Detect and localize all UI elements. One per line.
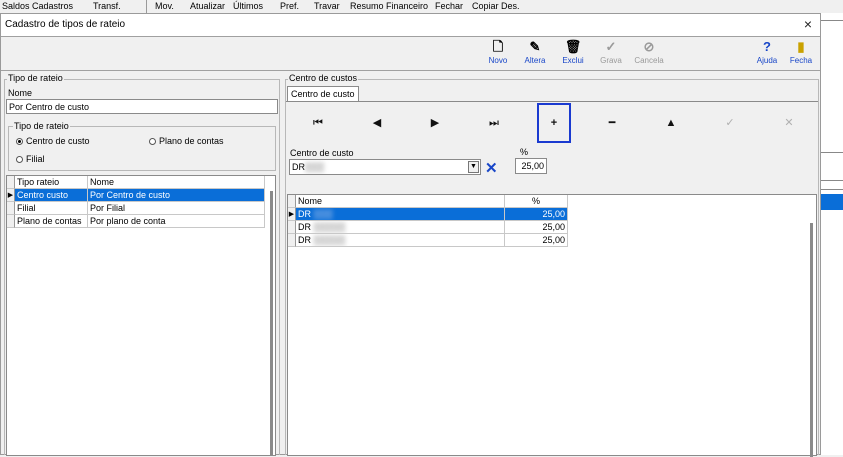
exit-door-icon: ▮ [797, 39, 805, 54]
nav-first-button[interactable]: ⏮ [301, 103, 335, 143]
app-menubar: Saldos Cadastros Transf. Mov. Atualizar … [0, 0, 843, 13]
clear-icon[interactable]: ✕ [485, 159, 498, 177]
novo-button[interactable]: 🗋 Novo [481, 39, 515, 69]
nav-prior-button[interactable]: ◀ [360, 103, 394, 143]
radio-unchecked-icon [16, 156, 23, 163]
column-header-tipo-rateio[interactable]: Tipo rateio [15, 176, 88, 189]
nav-insert-button[interactable]: + [537, 103, 571, 143]
menu-travar[interactable]: Travar [314, 1, 340, 11]
redacted-text: ▒▒▒▒▒ [313, 235, 346, 245]
cancela-button[interactable]: ⊘ Cancela [632, 39, 666, 69]
menu-cadastros[interactable]: Cadastros [32, 1, 73, 11]
nav-edit-button[interactable]: ▲ [654, 103, 688, 143]
toolbar: 🗋 Novo ✎ Altera 🗑 Exclui ✓ Grava ⊘ Cance… [1, 36, 820, 71]
altera-button[interactable]: ✎ Altera [518, 39, 552, 69]
tipo-rateio-grid: Tipo rateio Nome ▶ Centro custo Por Cent… [6, 175, 276, 456]
scrollbar[interactable] [810, 223, 813, 457]
trash-icon: 🗑 [564, 39, 582, 54]
dialog-title: Cadastro de tipos de rateio [5, 19, 126, 30]
menu-atualizar[interactable]: Atualizar [190, 1, 225, 11]
redacted-text: ▒▒▒ [305, 162, 325, 172]
radio-centro-de-custo[interactable]: Centro de custo [16, 136, 90, 146]
redacted-text: ▒▒▒▒▒ [313, 222, 346, 232]
help-icon: ? [763, 39, 771, 54]
cadastro-dialog: Cadastro de tipos de rateio × 🗋 Novo ✎ A… [0, 13, 821, 457]
column-header-nome[interactable]: Nome [88, 176, 265, 189]
radio-filial[interactable]: Filial [16, 154, 45, 164]
nome-label: Nome [8, 88, 33, 98]
background-app-panel [820, 13, 843, 455]
centro-de-custo-lookup[interactable]: DR▒▒▒ ▼ [289, 159, 481, 175]
centro-de-custo-label: Centro de custo [290, 148, 354, 158]
nav-next-button[interactable]: ▶ [418, 103, 452, 143]
tipo-rateio-radio-group [8, 126, 276, 171]
menu-copiar-des[interactable]: Copiar Des. [472, 1, 520, 11]
menu-pref[interactable]: Pref. [280, 1, 299, 11]
menu-separator [146, 0, 147, 13]
menu-ultimos[interactable]: Últimos [233, 1, 263, 11]
row-indicator-icon: ▶ [7, 189, 15, 202]
ajuda-button[interactable]: ? Ajuda [750, 39, 784, 69]
redacted-text: ▒▒▒ [313, 209, 333, 219]
tab-centro-de-custo[interactable]: Centro de custo [287, 86, 359, 101]
radio-unchecked-icon [149, 138, 156, 145]
centro-de-custos-group-label: Centro de custos [288, 73, 359, 83]
checkmark-icon: ✓ [605, 39, 617, 54]
record-navigator: ⏮ ◀ ▶ ⏭ + ━ ▲ ✓ ✕ [301, 103, 801, 145]
background-selected-row [821, 194, 843, 210]
new-document-icon: 🗋 [492, 39, 504, 54]
nav-delete-button[interactable]: ━ [595, 103, 629, 143]
chevron-down-icon[interactable]: ▼ [468, 161, 479, 173]
nav-cancel-button[interactable]: ✕ [772, 103, 806, 143]
scrollbar[interactable] [270, 191, 273, 455]
menu-resumo-financeiro[interactable]: Resumo Financeiro [350, 1, 428, 11]
tipo-rateio-radio-group-label: Tipo de rateio [13, 121, 70, 131]
radio-plano-de-contas[interactable]: Plano de contas [149, 136, 224, 146]
fecha-button[interactable]: ▮ Fecha [784, 39, 818, 69]
radio-checked-icon [16, 138, 23, 145]
row-indicator-icon: ▶ [288, 208, 296, 221]
percent-field[interactable]: 25,00 [515, 158, 547, 174]
centro-de-custo-grid: Nome % ▶ DR ▒▒▒ 25,00 DR ▒▒▒▒▒ 25,00 DR … [287, 194, 817, 457]
nav-post-button[interactable]: ✓ [713, 103, 747, 143]
exclui-button[interactable]: 🗑 Exclui [556, 39, 590, 69]
menu-fechar[interactable]: Fechar [435, 1, 463, 11]
column-header-nome[interactable]: Nome [296, 195, 505, 208]
nav-last-button[interactable]: ⏭ [477, 103, 511, 143]
column-header-percent[interactable]: % [505, 195, 568, 208]
cancel-icon: ⊘ [643, 39, 655, 54]
grava-button[interactable]: ✓ Grava [594, 39, 628, 69]
menu-transf[interactable]: Transf. [93, 1, 121, 11]
percent-label: % [520, 147, 529, 157]
menu-saldos[interactable]: Saldos [2, 1, 30, 11]
menu-mov[interactable]: Mov. [155, 1, 174, 11]
edit-document-icon: ✎ [529, 39, 541, 54]
close-icon[interactable]: × [804, 16, 812, 32]
tipo-rateio-group-label: Tipo de rateio [7, 73, 64, 83]
nome-field[interactable]: Por Centro de custo [6, 99, 278, 114]
dialog-titlebar: Cadastro de tipos de rateio × [1, 14, 820, 36]
